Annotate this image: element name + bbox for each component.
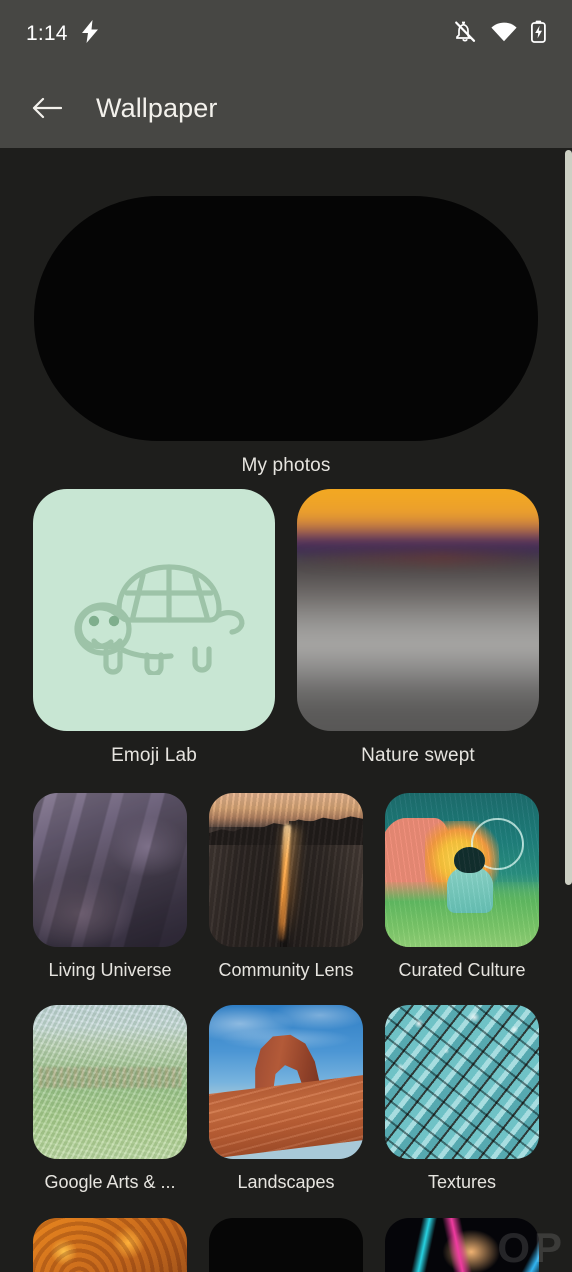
curated-culture-label: Curated Culture	[398, 960, 526, 980]
textures-thumbnail[interactable]	[385, 1005, 539, 1159]
category-nature-swept[interactable]: Nature swept	[297, 489, 539, 767]
curated-culture-thumbnail[interactable]	[385, 793, 539, 947]
google-arts-label: Google Arts & ...	[44, 1172, 176, 1192]
category-community-lens[interactable]: Community Lens	[209, 793, 363, 981]
nature-swept-label: Nature swept	[361, 745, 475, 766]
back-button[interactable]	[24, 85, 70, 131]
page-title: Wallpaper	[96, 92, 218, 123]
grid-row-2: Google Arts & ... Landscapes Textures	[33, 1005, 539, 1193]
category-landscapes[interactable]: Landscapes	[209, 1005, 363, 1193]
community-lens-artwork	[209, 793, 363, 947]
minimal-black-category-thumbnail[interactable]	[209, 1218, 363, 1272]
featured-row: Emoji Lab Nature swept	[33, 489, 539, 767]
turtle-icon	[74, 564, 245, 675]
app-bar: Wallpaper	[0, 68, 572, 148]
grid-row-1: Living Universe Community Lens Curated C…	[33, 793, 539, 981]
charging-bolt-icon	[81, 20, 99, 48]
category-textures[interactable]: Textures	[385, 1005, 539, 1193]
category-google-arts[interactable]: Google Arts & ...	[33, 1005, 187, 1193]
nature-swept-artwork	[297, 489, 539, 731]
status-bar-clock: 1:14	[26, 22, 68, 45]
status-bar: 1:14	[0, 0, 572, 68]
grass-blades-texture	[385, 793, 539, 947]
landscapes-artwork	[209, 1005, 363, 1159]
my-photos-section: My photos	[0, 196, 572, 477]
my-photos-label: My photos	[241, 455, 331, 476]
community-lens-label: Community Lens	[218, 960, 354, 980]
my-photos-thumbnail[interactable]	[34, 196, 538, 441]
nature-swept-highlight	[297, 551, 539, 564]
curated-culture-artwork	[385, 793, 539, 947]
google-arts-artwork	[33, 1005, 187, 1159]
landscapes-label: Landscapes	[237, 1172, 335, 1192]
wallpaper-picker-screen: 1:14 Wallpaper My photos Emoji Lab Natur…	[0, 0, 572, 1272]
vertical-scrollbar[interactable]	[565, 150, 572, 885]
minimal-black-artwork	[209, 1218, 363, 1272]
wallpaper-category-list[interactable]: My photos Emoji Lab Nature swept Living …	[0, 148, 572, 1272]
wifi-icon	[491, 22, 517, 47]
landscapes-thumbnail[interactable]	[209, 1005, 363, 1159]
battery-charging-icon	[530, 20, 546, 48]
neon-artwork	[385, 1218, 539, 1272]
category-living-universe[interactable]: Living Universe	[33, 793, 187, 981]
community-lens-thumbnail[interactable]	[209, 793, 363, 947]
grid-row-3-partial	[33, 1218, 539, 1272]
emoji-lab-label: Emoji Lab	[111, 745, 197, 766]
textures-label: Textures	[427, 1172, 497, 1192]
emoji-lab-thumbnail[interactable]	[33, 489, 275, 731]
rock-texture	[209, 793, 363, 947]
painted-village-band	[39, 1066, 181, 1089]
textures-artwork	[385, 1005, 539, 1159]
notifications-off-icon	[453, 20, 477, 49]
emoji-lab-artwork	[33, 489, 275, 731]
living-universe-thumbnail[interactable]	[33, 793, 187, 947]
category-emoji-lab[interactable]: Emoji Lab	[33, 489, 275, 767]
lava-artwork	[33, 1218, 187, 1272]
status-bar-left: 1:14	[26, 20, 99, 48]
nature-swept-thumbnail[interactable]	[297, 489, 539, 731]
arrow-back-icon	[32, 97, 62, 119]
neon-category-thumbnail[interactable]	[385, 1218, 539, 1272]
living-universe-artwork	[33, 793, 187, 947]
status-bar-right	[453, 20, 546, 49]
lava-category-thumbnail[interactable]	[33, 1218, 187, 1272]
google-arts-thumbnail[interactable]	[33, 1005, 187, 1159]
living-universe-label: Living Universe	[48, 960, 172, 980]
category-curated-culture[interactable]: Curated Culture	[385, 793, 539, 981]
